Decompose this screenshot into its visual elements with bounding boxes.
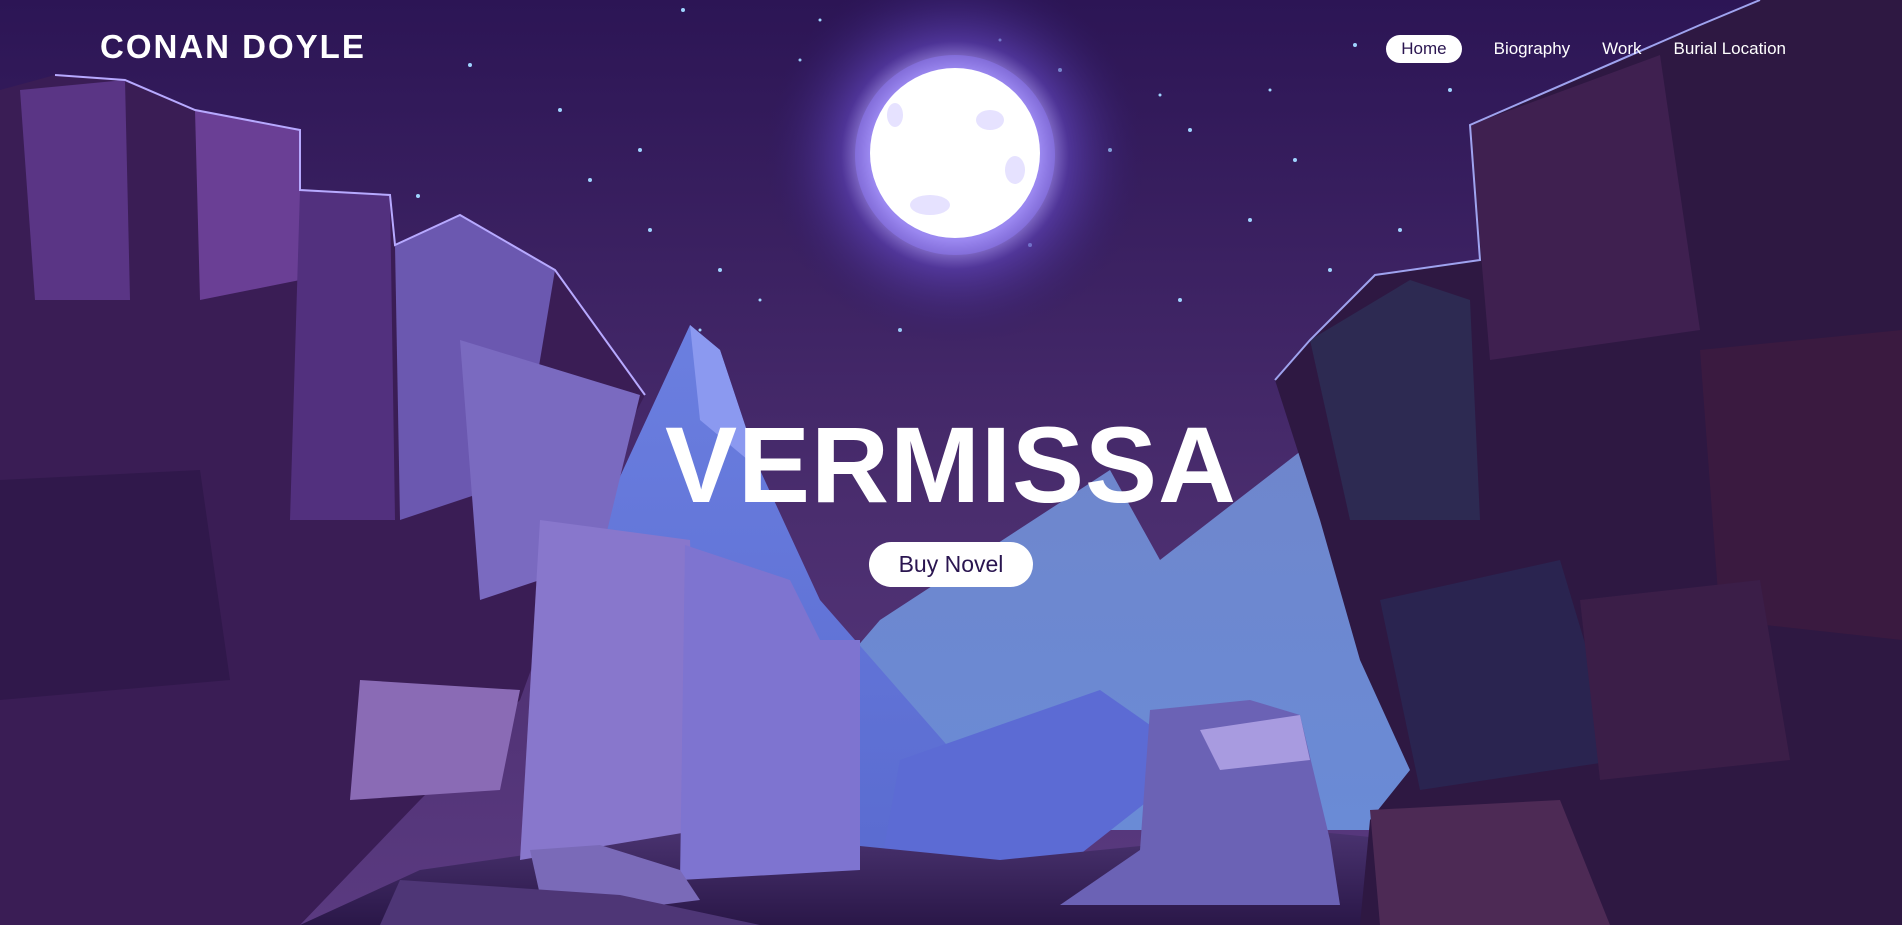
nav-item-burial-location[interactable]: Burial Location xyxy=(1674,35,1786,63)
site-logo[interactable]: CONAN DOYLE xyxy=(100,28,366,66)
nav-item-home[interactable]: Home xyxy=(1386,35,1462,63)
buy-novel-button[interactable]: Buy Novel xyxy=(868,542,1034,587)
main-nav: Home Biography Work Burial Location xyxy=(1386,35,1786,63)
hero-title: VERMISSA xyxy=(664,404,1238,525)
nav-item-biography[interactable]: Biography xyxy=(1494,35,1571,63)
hero-cta-wrap: Buy Novel xyxy=(0,542,1902,587)
nav-item-work[interactable]: Work xyxy=(1602,35,1641,63)
